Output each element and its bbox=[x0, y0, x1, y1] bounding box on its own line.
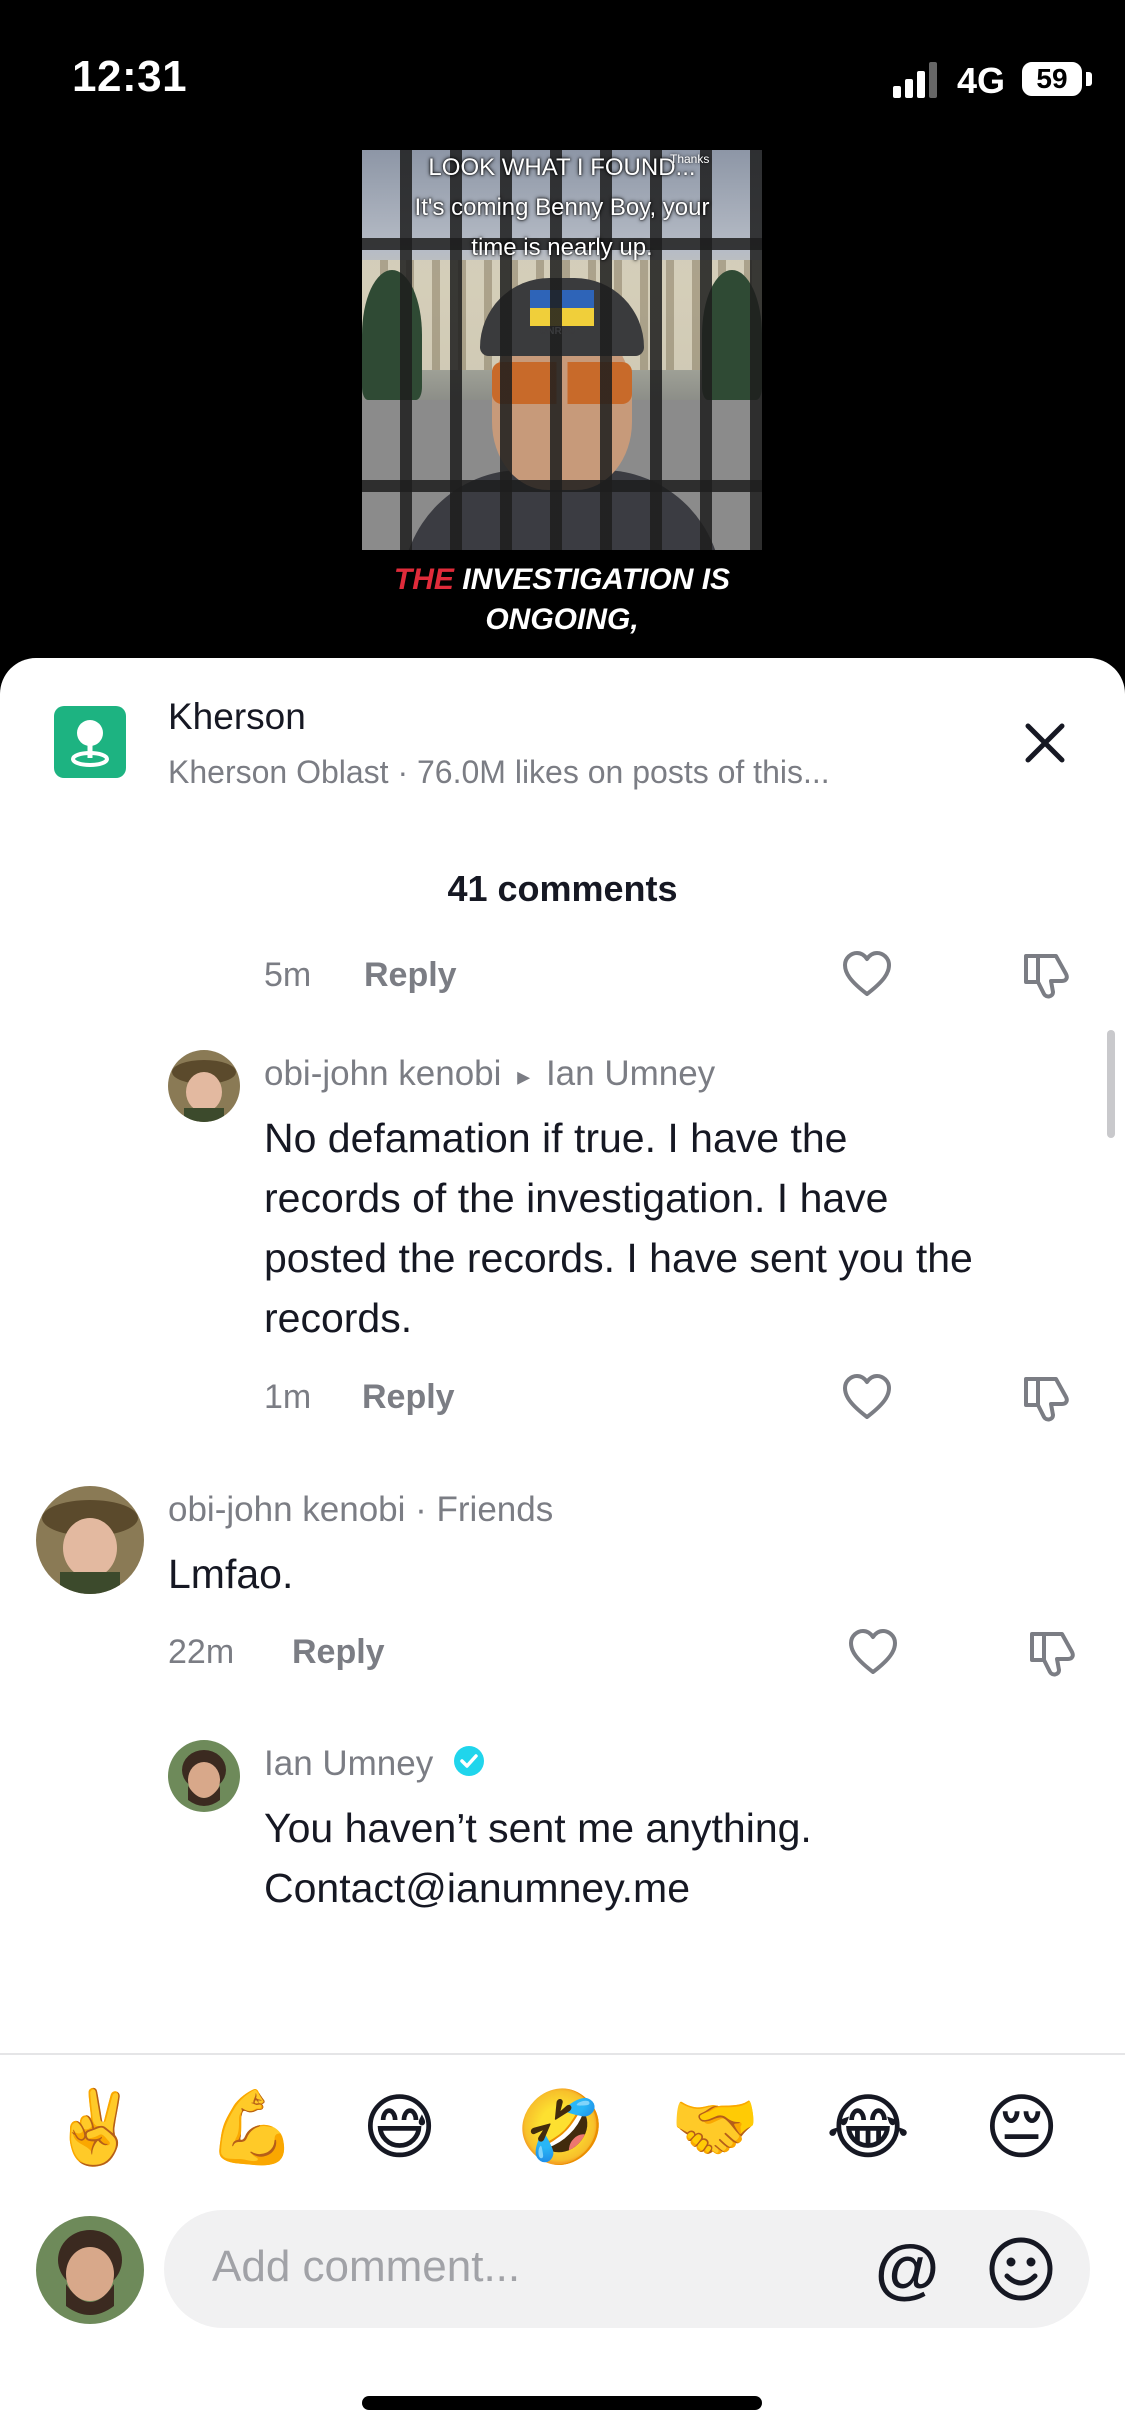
comment-timestamp: 1m bbox=[264, 1378, 312, 1416]
comment-text: You haven’t sent me anything. Contact@ia… bbox=[264, 1798, 1104, 1918]
home-indicator[interactable] bbox=[362, 2396, 762, 2410]
comment-author-line: obi-john kenobi · Friends bbox=[168, 1490, 553, 1530]
comment-line: Contact@ianumney.me bbox=[264, 1865, 690, 1911]
comment-author-line: Ian Umney bbox=[264, 1744, 485, 1786]
battery-level: 59 bbox=[1036, 63, 1068, 94]
location-title[interactable]: Kherson bbox=[168, 696, 306, 738]
quick-emoji[interactable]: 😔 bbox=[984, 2078, 1059, 2178]
comments-sheet: Kherson Kherson Oblast · 76.0M likes on … bbox=[0, 658, 1125, 2436]
video-overlay-line2: It's coming Benny Boy, your bbox=[414, 194, 710, 221]
comment-timestamp: 22m bbox=[168, 1633, 235, 1671]
reply-button[interactable]: Reply bbox=[364, 956, 457, 995]
comment-author[interactable]: Ian Umney bbox=[264, 1744, 433, 1783]
comment-line: posted the records. I have sent you the bbox=[264, 1235, 973, 1281]
video-caption: THE INVESTIGATION IS ONGOING, bbox=[362, 560, 762, 640]
reply-arrow-icon: ▸ bbox=[517, 1061, 531, 1091]
dislike-icon[interactable] bbox=[1026, 1626, 1080, 1680]
reply-to-user[interactable]: Ian Umney bbox=[546, 1054, 715, 1093]
battery-icon: 59 bbox=[1022, 62, 1082, 96]
like-heart-icon[interactable] bbox=[840, 1371, 894, 1425]
mention-button[interactable]: @ bbox=[872, 2232, 942, 2304]
quick-emoji-row: ✌️ 💪 😅 🤣 🤝 😂 😔 bbox=[0, 2078, 1125, 2188]
comment-line: You haven’t sent me anything. bbox=[264, 1805, 812, 1851]
quick-emoji[interactable]: 🤣 bbox=[516, 2078, 606, 2178]
dislike-icon[interactable] bbox=[1020, 948, 1074, 1002]
caption-highlight: THE bbox=[393, 563, 454, 596]
video-thumbnail[interactable]: LOOK WHAT I FOUND... It's coming Benny B… bbox=[362, 150, 762, 550]
comment-input[interactable]: Add comment... @ bbox=[164, 2210, 1090, 2328]
comment-text: Lmfao. bbox=[168, 1551, 294, 1597]
comment-placeholder: Add comment... bbox=[212, 2242, 521, 2291]
like-heart-icon[interactable] bbox=[840, 948, 894, 1002]
location-pin-icon[interactable] bbox=[54, 706, 126, 778]
reply-button[interactable]: Reply bbox=[362, 1378, 455, 1417]
verified-badge-icon bbox=[453, 1745, 485, 1786]
friends-tag: · Friends bbox=[405, 1490, 554, 1529]
comment-author-line: obi-john kenobi ▸ Ian Umney bbox=[264, 1054, 715, 1094]
like-heart-icon[interactable] bbox=[846, 1626, 900, 1680]
scrollbar-thumb[interactable] bbox=[1107, 1030, 1115, 1138]
thumbnail-crossbar bbox=[362, 480, 762, 492]
cap-text: UNRVC bbox=[540, 326, 576, 337]
avatar[interactable] bbox=[168, 1740, 240, 1812]
location-subtitle[interactable]: Kherson Oblast · 76.0M likes on posts of… bbox=[168, 754, 830, 791]
dislike-icon[interactable] bbox=[1020, 1371, 1074, 1425]
user-avatar[interactable] bbox=[36, 2216, 144, 2324]
avatar[interactable] bbox=[168, 1050, 240, 1122]
comments-count: 41 comments bbox=[447, 868, 678, 909]
quick-emoji[interactable]: 💪 bbox=[207, 2078, 297, 2178]
caption-line2: ONGOING, bbox=[485, 603, 639, 636]
comment-author[interactable]: obi-john kenobi bbox=[168, 1490, 405, 1529]
comment-line: No defamation if true. I have the bbox=[264, 1115, 848, 1161]
quick-emoji[interactable]: 😂 bbox=[826, 2078, 910, 2178]
status-bar: 12:31 4G 59 bbox=[0, 0, 1125, 150]
comment-text: No defamation if true. I have the record… bbox=[264, 1108, 1104, 1348]
close-icon[interactable] bbox=[1020, 718, 1070, 768]
cellular-signal-icon bbox=[893, 62, 943, 98]
battery-tip bbox=[1086, 72, 1092, 86]
composer-divider bbox=[0, 2053, 1125, 2055]
emoji-picker-icon[interactable] bbox=[988, 2236, 1054, 2302]
quick-emoji[interactable]: ✌️ bbox=[50, 2078, 140, 2178]
video-small-text: Thanks bbox=[670, 152, 710, 166]
comment-timestamp: 5m bbox=[264, 956, 312, 994]
quick-emoji[interactable]: 🤝 bbox=[670, 2078, 760, 2178]
video-overlay-line3: time is nearly up. bbox=[471, 234, 653, 261]
network-type: 4G bbox=[957, 60, 1006, 101]
status-time: 12:31 bbox=[72, 52, 188, 101]
avatar[interactable] bbox=[36, 1486, 144, 1594]
reply-button[interactable]: Reply bbox=[292, 1633, 385, 1672]
quick-emoji[interactable]: 😅 bbox=[362, 2078, 437, 2178]
comment-line: records of the investigation. I have bbox=[264, 1175, 889, 1221]
comment-line: records. bbox=[264, 1295, 413, 1341]
comment-author[interactable]: obi-john kenobi bbox=[264, 1054, 501, 1093]
caption-text: INVESTIGATION IS bbox=[453, 563, 731, 596]
